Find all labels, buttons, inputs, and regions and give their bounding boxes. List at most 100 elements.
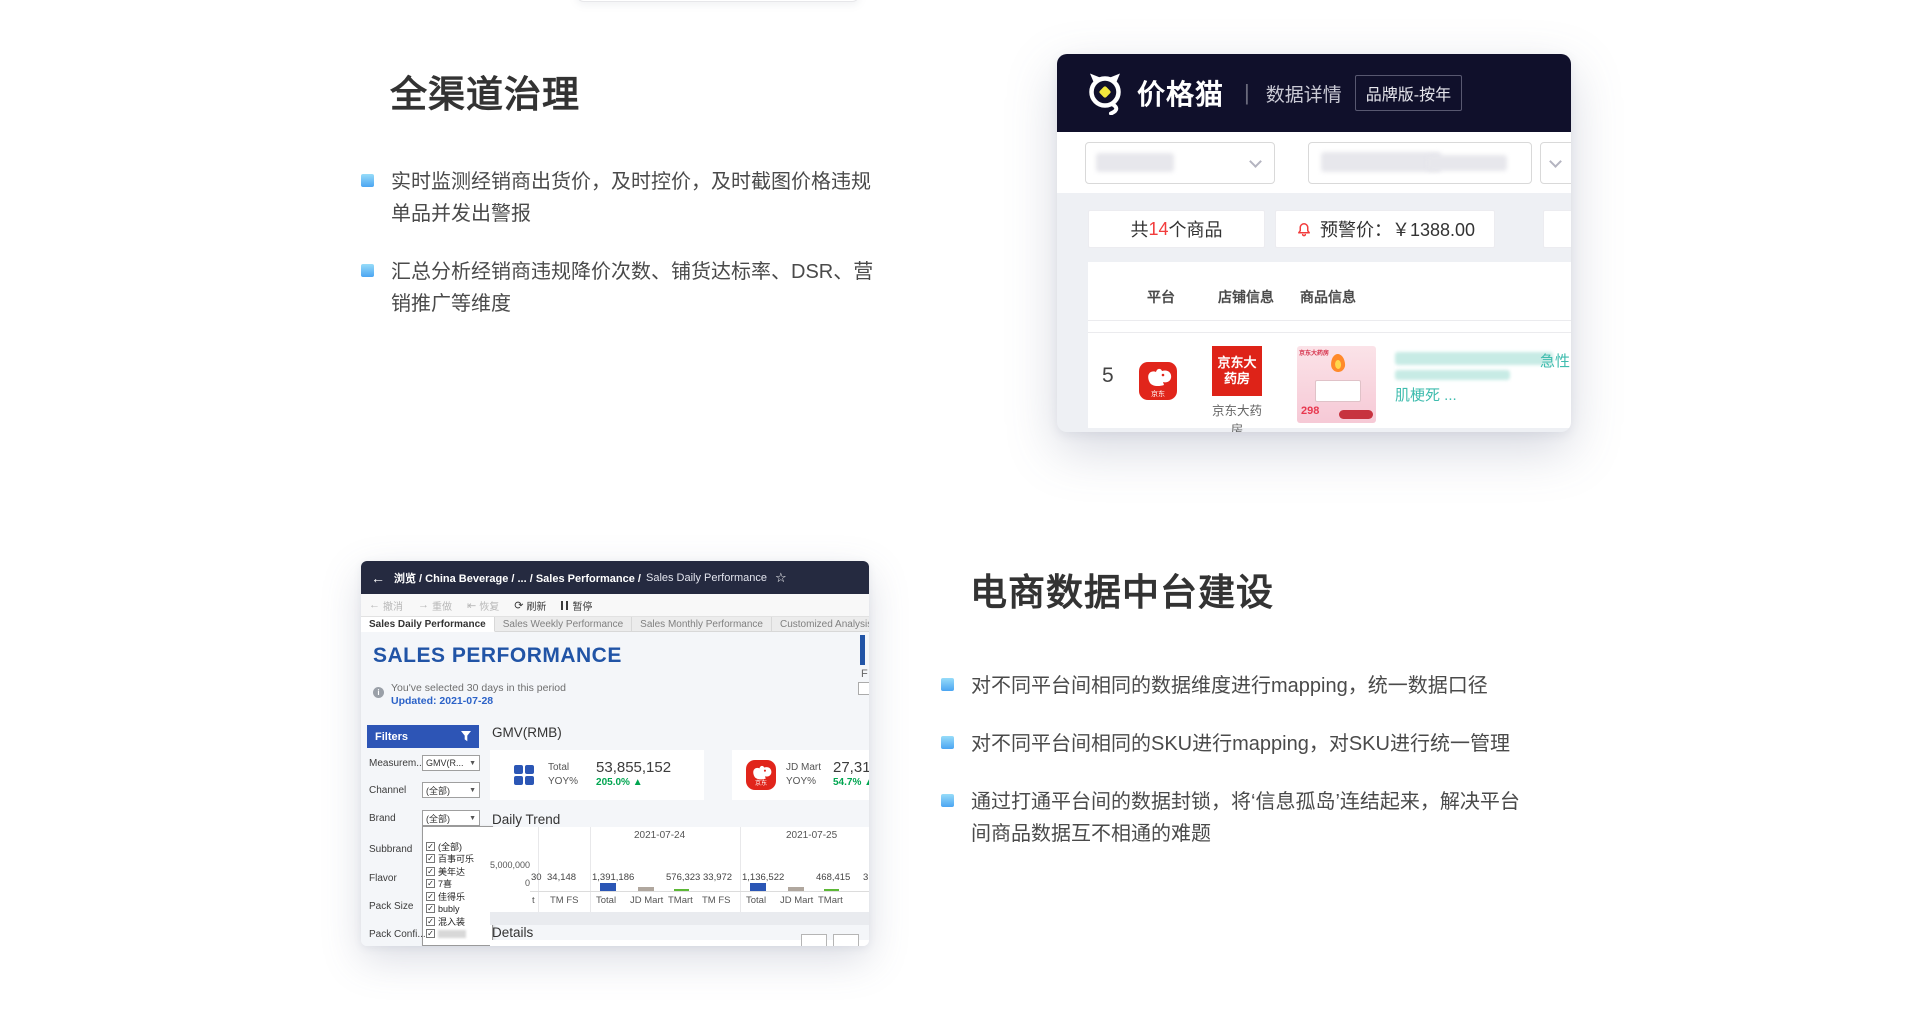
clipped-bar-value: 30 (531, 872, 542, 883)
bar-tmart (674, 889, 689, 892)
product-box-art (1315, 380, 1361, 402)
back-arrow-icon[interactable]: ← (371, 570, 385, 586)
bullet-item: 对不同平台间相同的SKU进行mapping，对SKU进行统一管理 (941, 728, 1551, 760)
restore-button[interactable]: ⇤ 恢复 (467, 598, 499, 613)
checkbox-checked-icon[interactable]: ✓ (426, 854, 435, 863)
daily-trend-section-label: Daily Trend (492, 812, 560, 827)
y-axis-tick: 5,000,000 (490, 860, 530, 870)
product-table: 平台 店铺信息 商品信息 5 京东 京东大药房 京东大药房 京东大药房 (1088, 262, 1571, 428)
nav-version-tag[interactable]: 品牌版-按年 (1355, 75, 1462, 111)
measure-combo[interactable]: GMV(R... ▼ (422, 755, 480, 771)
option-row[interactable]: ✓ 美年达 (423, 865, 492, 878)
clipped-control-box (801, 934, 827, 946)
redacted-text-blob (1321, 152, 1441, 172)
date-header-1: 2021-07-24 (634, 830, 685, 841)
gmv-card-jdmart: 京东 JD Mart YOY% 27,313,8 54.7% ▲ (732, 750, 869, 800)
option-label: (全部) (438, 840, 462, 853)
chevron-down-icon (1549, 155, 1562, 168)
column-header-platform: 平台 (1147, 287, 1175, 307)
option-row-clipped[interactable]: ✓ (423, 928, 492, 941)
bar-value: 468,415 (816, 872, 850, 883)
tab-sales-weekly[interactable]: Sales Weekly Performance (495, 617, 632, 632)
option-row[interactable]: ✓ bubly (423, 903, 492, 916)
dashboard-topbar: ← 浏览 / China Beverage / ... / Sales Perf… (361, 561, 869, 594)
shop-logo-text: 京东大药房 (1214, 355, 1260, 387)
chart-scrollbar-track[interactable] (490, 912, 869, 925)
pricecat-header: 价格猫 | 数据详情 品牌版-按年 (1057, 54, 1571, 132)
checkbox-checked-icon[interactable]: ✓ (426, 917, 435, 926)
info-icon: i (373, 687, 384, 698)
pricecat-filter-row (1057, 132, 1571, 193)
product-image: 京东大药房 298 (1297, 346, 1376, 423)
redo-label: 重做 (432, 598, 452, 613)
option-label: 7喜 (438, 877, 452, 890)
filter-dropdown-2[interactable] (1308, 142, 1532, 184)
redacted-title-blob (1395, 370, 1510, 380)
bar-label: TMart (818, 895, 843, 906)
pause-label: 暂停 (572, 598, 592, 613)
bullet-text: 对不同平台间相同的数据维度进行mapping，统一数据口径 (971, 670, 1488, 702)
datahub-title: 电商数据中台建设 (970, 562, 1274, 616)
bullet-marker-icon (941, 794, 954, 807)
option-row[interactable]: ✓ 7喜 (423, 878, 492, 891)
pricecat-app-screenshot: 价格猫 | 数据详情 品牌版-按年 共 14 个商品 (1057, 54, 1571, 432)
breadcrumb[interactable]: 浏览 / China Beverage / ... / Sales Perfor… (394, 570, 641, 586)
shop-logo: 京东大药房 (1212, 346, 1262, 396)
option-row[interactable]: ✓ 百事可乐 (423, 853, 492, 866)
packconfig-label: Pack Confi... (369, 929, 426, 940)
bar-value: 34,148 (547, 872, 576, 883)
total-label: Total (548, 761, 578, 775)
channel-combo[interactable]: (全部) ▼ (422, 782, 480, 798)
refresh-button[interactable]: ⟳ 刷新 (514, 598, 546, 613)
redo-button[interactable]: → 重做 (418, 598, 452, 613)
column-header-product: 商品信息 (1300, 287, 1356, 307)
bar-value: 1,391,186 (592, 872, 634, 883)
pause-button[interactable]: 暂停 (561, 598, 592, 613)
option-row[interactable]: ✓ (全部) (423, 840, 492, 853)
checkbox-checked-icon[interactable]: ✓ (426, 929, 435, 938)
total-grid-icon (514, 765, 534, 785)
restore-icon: ⇤ (467, 599, 476, 612)
tab-sales-daily[interactable]: Sales Daily Performance (361, 617, 495, 632)
clipped-option-blob (438, 930, 466, 938)
dashboard-screenshot: ← 浏览 / China Beverage / ... / Sales Perf… (361, 561, 869, 946)
option-row[interactable]: ✓ 混入装 (423, 915, 492, 928)
filter-dropdown-3[interactable] (1540, 142, 1571, 184)
favorite-star-icon[interactable]: ☆ (775, 570, 787, 586)
checkbox-checked-icon[interactable]: ✓ (426, 867, 435, 876)
checkbox-checked-icon[interactable]: ✓ (426, 842, 435, 851)
pause-icon (561, 601, 568, 610)
option-row[interactable]: ✓ 佳得乐 (423, 890, 492, 903)
y-axis-tick-zero: 0 (508, 878, 530, 888)
option-label: 混入装 (438, 915, 465, 928)
divider (1088, 320, 1571, 321)
daily-trend-chart: 2021-07-24 2021-07-25 5,000,000 0 30 34,… (490, 827, 869, 912)
tab-customized[interactable]: Customized Analysis (772, 617, 869, 632)
combo-arrow-icon: ▼ (469, 760, 476, 767)
bullet-text: 对不同平台间相同的SKU进行mapping，对SKU进行统一管理 (971, 728, 1510, 760)
column-divider (740, 827, 741, 912)
undo-button[interactable]: ← 撤消 (369, 598, 403, 613)
bullet-item: 通过打通平台间的数据封锁，将‘信息孤岛’连结起来，解决平台间商品数据互不相通的难… (941, 786, 1551, 850)
nav-data-detail[interactable]: 数据详情 (1266, 80, 1342, 107)
brand-label: Brand (369, 813, 396, 824)
packsize-label: Pack Size (369, 901, 413, 912)
checkbox-checked-icon[interactable]: ✓ (426, 892, 435, 901)
jd-icon-caption: 京东 (1139, 391, 1177, 398)
checkbox-checked-icon[interactable]: ✓ (426, 904, 435, 913)
redacted-text-blob (1096, 153, 1174, 172)
brand-combo[interactable]: (全部) ▼ (422, 810, 480, 826)
jd-app-icon: 京东 (746, 760, 776, 790)
channel-governance-bullets: 实时监测经销商出货价，及时控价，及时截图价格违规单品并发出警报 汇总分析经销商违… (361, 166, 881, 346)
tab-sales-monthly[interactable]: Sales Monthly Performance (632, 617, 772, 632)
product-title-tail[interactable]: 急性 (1540, 350, 1570, 371)
header-divider: | (1244, 80, 1250, 106)
clipped-control-box (833, 934, 859, 946)
product-title-line2[interactable]: 肌梗死 ... (1395, 384, 1457, 405)
brand-name: 价格猫 (1137, 73, 1224, 113)
filter-dropdown-1[interactable] (1085, 142, 1275, 184)
row-index: 5 (1102, 364, 1114, 388)
checkbox-checked-icon[interactable]: ✓ (426, 879, 435, 888)
channel-value: (全部) (426, 784, 450, 797)
bullet-text: 实时监测经销商出货价，及时控价，及时截图价格违规单品并发出警报 (391, 166, 881, 230)
